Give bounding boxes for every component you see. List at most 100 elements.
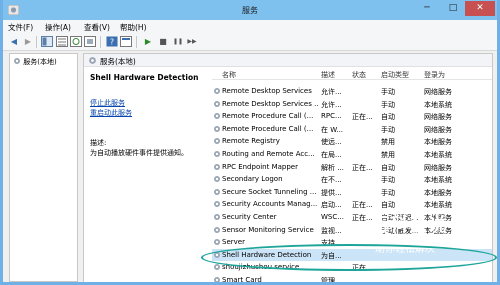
gear-icon <box>214 188 220 195</box>
service-name: Remote Registry <box>222 137 280 146</box>
service-logon-as: 网络服务 <box>424 163 452 172</box>
menu-help[interactable]: 帮助(H) <box>120 22 147 33</box>
service-name: Remote Desktop Services <box>222 87 312 95</box>
service-logon-as: 本地系统 <box>424 100 452 109</box>
service-name: Smart Card <box>222 276 262 284</box>
service-name: Remote Procedure Call (... <box>222 112 314 121</box>
column-header-logon-as[interactable]: 登录为 <box>424 70 445 80</box>
tree-node-label: 服务(本地) <box>23 58 57 66</box>
table-row[interactable]: RPC Endpoint Mapper 解析 ... 正在... 自动 网络服务 <box>212 161 492 174</box>
properties-icon[interactable] <box>120 36 132 47</box>
highlight-ring <box>201 244 497 271</box>
menu-action[interactable]: 操作(A) <box>45 22 71 33</box>
menu-bar: 文件(F) 操作(A) 查看(V) 帮助(H) <box>3 20 497 33</box>
table-row[interactable]: Routing and Remote Acc... 在局... 禁用 本地系统 <box>212 148 492 161</box>
gear-icon <box>214 239 220 246</box>
table-row[interactable]: Secure Socket Tunneling ... 提供... 手动 本地服务 <box>212 186 492 199</box>
column-header-description[interactable]: 描述 <box>321 70 335 80</box>
pane-header: 服务(本地) <box>84 54 492 67</box>
tree-node-services-local[interactable]: 服务(本地) <box>13 57 57 67</box>
menu-file[interactable]: 文件(F) <box>8 22 33 33</box>
service-startup-type: 禁用 <box>381 151 395 159</box>
service-name: Remote Procedure Call (... <box>222 124 314 133</box>
service-name: Security Center <box>222 213 277 221</box>
pause-service-icon[interactable]: ❚❚ <box>172 36 184 47</box>
service-description: 提供... <box>321 188 342 197</box>
service-logon-as: 网络服务 <box>424 113 452 122</box>
service-startup-type: 手动 <box>381 125 395 134</box>
stop-service-icon[interactable]: ■ <box>157 36 169 47</box>
column-header-startup-type[interactable]: 启动类型 <box>381 70 409 80</box>
toolbar: ◀ ▶ ? ▶ ■ ❚❚ ▶▶ <box>3 33 497 51</box>
title-bar[interactable]: 服务 ─ □ ✕ <box>3 0 497 20</box>
minimize-button[interactable]: ─ <box>415 1 439 16</box>
pane-header-title: 服务(本地) <box>100 57 136 66</box>
gear-icon <box>214 125 220 132</box>
list-view-icon[interactable] <box>56 36 68 47</box>
service-logon-as: 网络服务 <box>424 125 452 134</box>
close-button[interactable]: ✕ <box>465 1 495 16</box>
gear-icon <box>89 57 96 64</box>
back-arrow-icon[interactable]: ◀ <box>8 36 20 47</box>
export-list-icon[interactable] <box>84 36 96 47</box>
gear-icon <box>214 201 220 208</box>
restart-service-link[interactable]: 重启动此服务 <box>90 108 132 118</box>
service-description: 在不... <box>321 176 342 185</box>
gear-icon <box>214 100 220 107</box>
toolbar-separator <box>100 36 101 48</box>
service-name: Security Accounts Manag... <box>222 200 318 209</box>
service-startup-type: 手动 <box>381 176 395 185</box>
service-description: 在 W... <box>321 125 344 134</box>
table-row[interactable]: Secondary Logon 在不... 手动 本地系统 <box>212 173 492 186</box>
service-startup-type: 自动 <box>381 163 395 172</box>
help-icon[interactable]: ? <box>106 36 118 47</box>
forward-arrow-icon[interactable]: ▶ <box>22 36 34 47</box>
column-header-name[interactable]: 名称 <box>222 70 236 80</box>
service-description: 允许... <box>321 100 342 109</box>
service-startup-type: 手动 <box>381 88 395 96</box>
service-description: 允许... <box>321 88 342 96</box>
gear-icon <box>214 277 220 282</box>
list-header: 名称 描述 状态 启动类型 登录为 <box>212 68 492 80</box>
service-name: Remote Desktop Services ... <box>222 99 318 108</box>
service-logon-as: 本地系统 <box>424 151 452 159</box>
svg-text:?: ? <box>110 38 114 47</box>
table-row[interactable]: Remote Procedure Call (... RPC... 正在... 自动 网… <box>212 110 492 123</box>
restart-service-icon[interactable]: ▶▶ <box>186 36 198 47</box>
service-logon-as: 本地服务 <box>424 188 452 197</box>
service-startup-type: 手动 <box>381 100 395 109</box>
maximize-button[interactable]: □ <box>441 1 465 16</box>
service-name: RPC Endpoint Mapper <box>222 162 298 171</box>
service-logon-as: 本地服务 <box>424 138 452 147</box>
gear-icon <box>214 163 220 170</box>
service-description: 管理... <box>321 277 342 285</box>
table-row[interactable]: Remote Desktop Services 允许... 手动 网络服务 <box>212 85 492 98</box>
service-logon-as: 网络服务 <box>424 88 452 96</box>
stop-service-link[interactable]: 停止此服务 <box>90 98 125 108</box>
service-status: 正在... <box>352 163 373 172</box>
gear-icon <box>214 214 220 220</box>
gear-icon <box>214 264 220 271</box>
service-description: 解析 ... <box>321 163 344 172</box>
gear-icon <box>214 88 220 94</box>
refresh-icon[interactable] <box>70 36 82 47</box>
table-row[interactable]: Remote Desktop Services ... 允许... 手动 本地系统 <box>212 98 492 111</box>
column-header-status[interactable]: 状态 <box>352 70 366 80</box>
gear-icon <box>214 138 220 145</box>
toolbar-separator <box>136 36 137 48</box>
menu-view[interactable]: 查看(V) <box>84 22 110 33</box>
service-startup-type: 手动 <box>381 188 395 197</box>
start-service-icon[interactable]: ▶ <box>142 36 154 47</box>
service-startup-type: 禁用 <box>381 138 395 147</box>
service-logon-as: 本地系统 <box>424 176 452 185</box>
service-status: 正在... <box>352 113 373 122</box>
services-window: 服务 ─ □ ✕ 文件(F) 操作(A) 查看(V) 帮助(H) ◀ ▶ ? ▶… <box>0 0 500 285</box>
table-row[interactable]: Remote Registry 使远... 禁用 本地服务 <box>212 135 492 148</box>
watermark-line1: 百科全说 <box>371 215 447 236</box>
toolbar-separator <box>36 36 37 48</box>
service-description: WSC... <box>321 213 344 221</box>
service-description: 监视... <box>321 226 342 235</box>
show-tree-icon[interactable] <box>41 36 53 47</box>
description-label: 描述: <box>90 139 107 147</box>
table-row[interactable]: Remote Procedure Call (... 在 W... 手动 网络服务 <box>212 123 492 136</box>
